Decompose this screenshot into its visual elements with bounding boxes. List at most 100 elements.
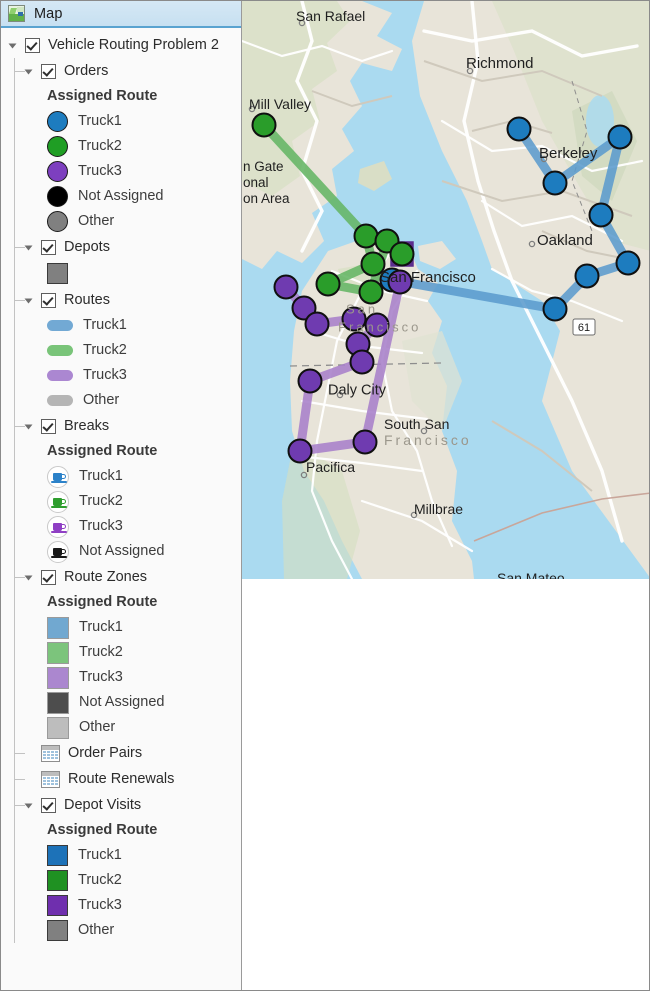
legend-item-routes-other[interactable]: Other bbox=[1, 388, 241, 413]
order-marker-truck3[interactable] bbox=[349, 349, 375, 375]
orders-assigned-route-label: Assigned Route bbox=[47, 88, 158, 105]
legend-item-orders-other[interactable]: Other bbox=[1, 209, 241, 234]
legend-label: Truck2 bbox=[78, 138, 122, 155]
legend-item-orders-truck3[interactable]: Truck3 bbox=[1, 159, 241, 184]
legend-item-breaks-truck3[interactable]: Truck3 bbox=[1, 514, 241, 539]
legend-item-orders-not-assigned[interactable]: Not Assigned bbox=[1, 184, 241, 209]
legend-label: Truck3 bbox=[83, 367, 127, 384]
legend-item-breaks-truck2[interactable]: Truck2 bbox=[1, 489, 241, 514]
expander-depots-icon[interactable] bbox=[25, 242, 36, 253]
tree-node-root-label: Vehicle Routing Problem 2 bbox=[48, 36, 219, 53]
tree-node-root[interactable]: Vehicle Routing Problem 2 bbox=[1, 32, 241, 58]
tree-connector bbox=[14, 426, 25, 427]
order-marker-truck1[interactable] bbox=[607, 124, 633, 150]
legend-item-route-zones-truck3[interactable]: Truck3 bbox=[1, 665, 241, 690]
order-marker-truck3[interactable] bbox=[297, 368, 323, 394]
legend-item-depots-symbol[interactable] bbox=[1, 260, 241, 287]
legend-label: Truck2 bbox=[83, 342, 127, 359]
checkbox-depots[interactable] bbox=[41, 239, 56, 255]
checkbox-depot-visits[interactable] bbox=[41, 797, 56, 813]
legend-item-orders-truck1[interactable]: Truck1 bbox=[1, 109, 241, 134]
tree-node-routes-label: Routes bbox=[64, 291, 110, 308]
map-tab[interactable]: Map bbox=[1, 1, 241, 28]
legend-label: Not Assigned bbox=[79, 694, 165, 711]
swatch-square-soft-icon bbox=[47, 716, 69, 739]
order-marker-truck2[interactable] bbox=[315, 271, 341, 297]
route-zones-assigned-route-heading: Assigned Route bbox=[1, 590, 241, 615]
legend-item-depot-visits-other[interactable]: Other bbox=[1, 918, 241, 943]
checkbox-routes[interactable] bbox=[41, 292, 56, 308]
legend-item-route-zones-truck1[interactable]: Truck1 bbox=[1, 615, 241, 640]
legend-label: Truck1 bbox=[83, 317, 127, 334]
legend-item-routes-truck2[interactable]: Truck2 bbox=[1, 338, 241, 363]
checkbox-root[interactable] bbox=[25, 37, 40, 53]
legend-item-route-zones-other[interactable]: Other bbox=[1, 715, 241, 740]
tree-node-routes[interactable]: Routes bbox=[1, 287, 241, 313]
legend-item-depot-visits-truck3[interactable]: Truck3 bbox=[1, 893, 241, 918]
legend-item-breaks-not-assigned[interactable]: Not Assigned bbox=[1, 539, 241, 564]
tree-node-depots[interactable]: Depots bbox=[1, 234, 241, 260]
place-label: San Mateo bbox=[497, 570, 565, 579]
legend-label: Truck2 bbox=[79, 644, 123, 661]
order-marker-truck1[interactable] bbox=[542, 170, 568, 196]
checkbox-route-zones[interactable] bbox=[41, 569, 56, 585]
swatch-square-icon bbox=[47, 845, 68, 866]
tree-node-order-pairs[interactable]: Order Pairs bbox=[1, 740, 241, 766]
order-marker-truck3[interactable] bbox=[304, 311, 330, 337]
legend-label: Truck1 bbox=[79, 619, 123, 636]
expander-breaks-icon[interactable] bbox=[25, 421, 36, 432]
tree-node-route-zones[interactable]: Route Zones bbox=[1, 564, 241, 590]
map-icon bbox=[8, 5, 25, 22]
swatch-circle-icon bbox=[47, 186, 68, 207]
order-marker-truck2[interactable] bbox=[389, 241, 415, 267]
tree-node-orders-label: Orders bbox=[64, 62, 109, 79]
layer-tree[interactable]: Vehicle Routing Problem 2 Orders Assigned … bbox=[1, 28, 241, 990]
place-label: San bbox=[346, 301, 378, 316]
swatch-square-soft-icon bbox=[47, 616, 69, 639]
checkbox-orders[interactable] bbox=[41, 63, 56, 79]
tree-node-route-zones-label: Route Zones bbox=[64, 568, 148, 585]
order-marker-truck3[interactable] bbox=[273, 274, 299, 300]
swatch-square-soft-icon bbox=[47, 666, 69, 689]
legend-label: Truck3 bbox=[79, 669, 123, 686]
order-marker-truck2[interactable] bbox=[353, 223, 379, 249]
expander-routes-icon[interactable] bbox=[25, 295, 36, 306]
order-marker-truck2[interactable] bbox=[251, 112, 277, 138]
legend-item-route-zones-truck2[interactable]: Truck2 bbox=[1, 640, 241, 665]
expander-orders-icon[interactable] bbox=[25, 66, 36, 77]
tree-node-breaks[interactable]: Breaks bbox=[1, 413, 241, 439]
legend-item-routes-truck3[interactable]: Truck3 bbox=[1, 363, 241, 388]
order-marker-truck3[interactable] bbox=[352, 429, 378, 455]
legend-item-depot-visits-truck1[interactable]: Truck1 bbox=[1, 843, 241, 868]
legend-item-route-zones-not-assigned[interactable]: Not Assigned bbox=[1, 690, 241, 715]
tree-node-route-renewals[interactable]: Route Renewals bbox=[1, 766, 241, 792]
legend-item-breaks-truck1[interactable]: Truck1 bbox=[1, 464, 241, 489]
tree-connector bbox=[14, 805, 25, 806]
order-marker-truck1[interactable] bbox=[506, 116, 532, 142]
order-marker-truck1[interactable] bbox=[588, 202, 614, 228]
order-marker-truck1[interactable] bbox=[542, 296, 568, 322]
expander-depot-visits-icon[interactable] bbox=[25, 800, 36, 811]
legend-item-orders-truck2[interactable]: Truck2 bbox=[1, 134, 241, 159]
checkbox-breaks[interactable] bbox=[41, 418, 56, 434]
tree-node-orders[interactable]: Orders bbox=[1, 58, 241, 84]
map-canvas[interactable]: San Rafael Richmond Mill Valley n Gate onal o… bbox=[242, 1, 649, 579]
swatch-circle-icon bbox=[47, 211, 68, 232]
place-label: Millbrae bbox=[414, 501, 463, 517]
order-marker-truck1[interactable] bbox=[574, 263, 600, 289]
swatch-line-icon bbox=[47, 370, 73, 381]
tree-node-depot-visits-label: Depot Visits bbox=[64, 796, 142, 813]
tree-connector bbox=[14, 71, 25, 72]
legend-item-depot-visits-truck2[interactable]: Truck2 bbox=[1, 868, 241, 893]
swatch-square-icon bbox=[47, 870, 68, 891]
legend-item-routes-truck1[interactable]: Truck1 bbox=[1, 313, 241, 338]
expander-root-icon[interactable] bbox=[9, 40, 20, 51]
order-marker-truck1[interactable] bbox=[615, 250, 641, 276]
depot-visits-assigned-route-label: Assigned Route bbox=[47, 822, 158, 839]
tree-node-breaks-label: Breaks bbox=[64, 417, 110, 434]
tree-node-depot-visits[interactable]: Depot Visits bbox=[1, 792, 241, 818]
arcgis-map-window: Map Vehicle Routing Problem 2 Orders Assig… bbox=[0, 0, 650, 991]
legend-label: Not Assigned bbox=[78, 188, 164, 205]
expander-route-zones-icon[interactable] bbox=[25, 572, 36, 583]
tree-node-route-renewals-label: Route Renewals bbox=[68, 770, 175, 787]
